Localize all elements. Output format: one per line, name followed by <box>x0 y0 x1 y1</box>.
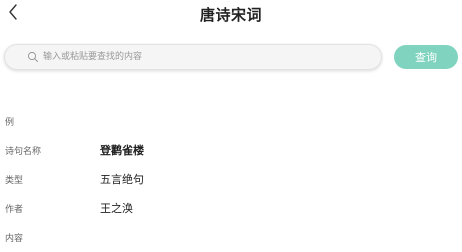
detail-label-title: 诗句名称 <box>5 147 42 157</box>
detail-value-author: 王之涣 <box>100 202 133 215</box>
detail-value-type: 五言绝句 <box>100 173 144 186</box>
poetry-lookup-page: 唐诗宋词 查询 例 诗句名称 登鹳雀楼 类型 五言绝句 作者 王之涣 内容 <box>0 0 462 252</box>
search-bar[interactable] <box>4 44 382 70</box>
detail-label-content: 内容 <box>5 234 24 244</box>
detail-value-title: 登鹳雀楼 <box>100 144 144 157</box>
page-title: 唐诗宋词 <box>199 6 262 24</box>
detail-label-type: 类型 <box>5 176 24 186</box>
detail-label-author: 作者 <box>5 205 24 215</box>
search-icon <box>27 51 38 62</box>
query-button[interactable]: 查询 <box>394 45 458 69</box>
example-label: 例 <box>5 118 15 128</box>
search-input[interactable] <box>43 46 381 68</box>
